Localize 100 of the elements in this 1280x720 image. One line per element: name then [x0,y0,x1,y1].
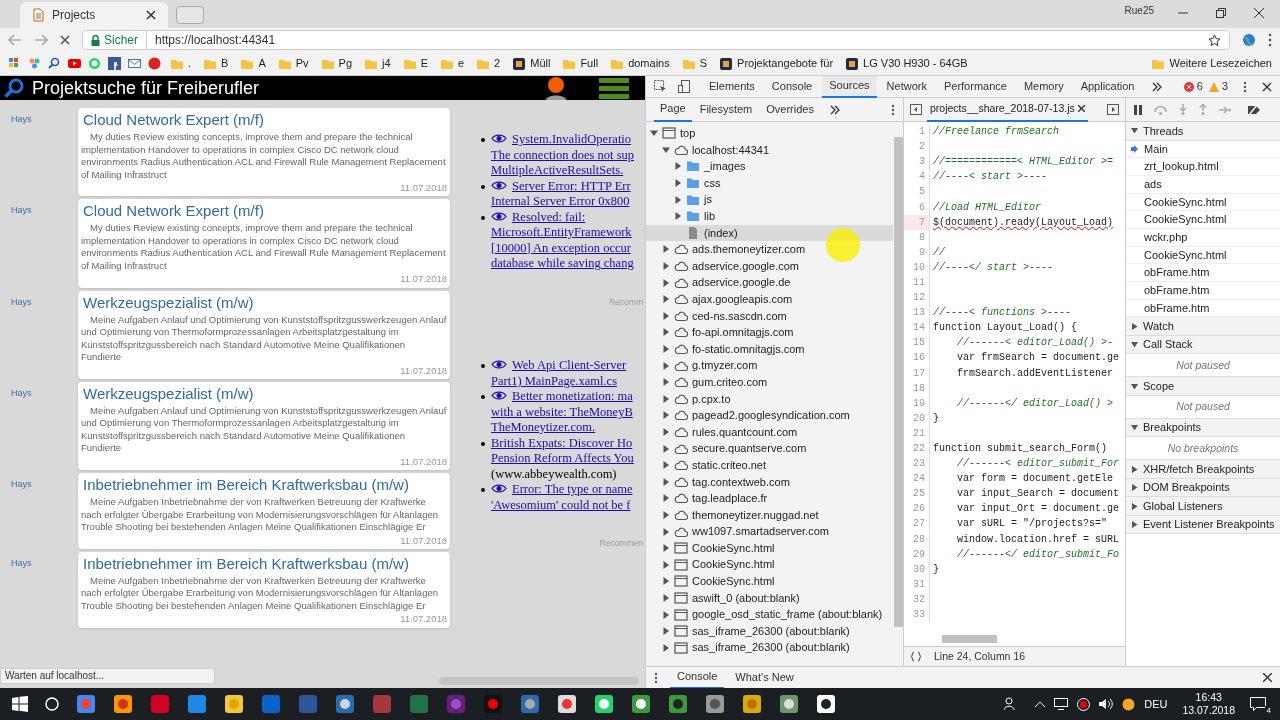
tree-item[interactable]: pagead2.googlesyndication.com [646,407,893,424]
project-card[interactable] [78,199,450,288]
bookmark[interactable]: Projektangebote für [717,55,837,72]
thread-item[interactable]: wckr.php [1126,228,1280,247]
stop-icon[interactable] [60,35,70,45]
section-header[interactable]: Threads [1126,122,1280,141]
source-label[interactable]: Hays [0,473,78,492]
tree-item[interactable]: ced-ns.sascdn.com [646,307,893,325]
ad-link[interactable]: British Expats: Discover Ho Pension Reform Affects You [491,435,634,467]
bookmark[interactable]: A [238,55,269,72]
profile-name[interactable]: Rue25 [1124,3,1154,18]
close-icon[interactable] [1263,673,1272,682]
bookmark[interactable]: Müll [510,55,554,72]
network-icon[interactable] [1054,698,1069,710]
section-header[interactable]: Scope [1126,377,1280,396]
ad-link[interactable]: Web Api Client-Server Part1) MainPage.xaml.cs [491,358,627,390]
ad-link[interactable]: Better monetization: ma with a website: TheMoneyB TheMoneytizer.com. [491,389,633,436]
smiley-icon[interactable] [1122,697,1136,711]
thread-item[interactable]: obFrame.htm [1126,282,1280,300]
circle-icon[interactable] [148,57,161,70]
tree-item[interactable]: fo-static.omnitagjs.com [646,340,893,358]
tree-item[interactable]: lib [646,207,893,225]
thread-item[interactable]: CookieSync.html [1126,211,1280,229]
star-icon[interactable] [1208,33,1221,47]
project-title[interactable]: Cloud Network Expert (m/f) [81,201,447,221]
devtools-tab[interactable]: Application [1073,75,1142,98]
project-card[interactable] [78,108,450,197]
project-title[interactable]: Werkzeugspezialist (m/w) [81,292,447,312]
menu-icon[interactable] [654,671,658,684]
windows-icon[interactable] [12,696,28,712]
volume-icon[interactable] [1099,698,1114,710]
search-icon[interactable] [45,697,59,711]
navigator-tab[interactable]: Overrides [760,97,820,122]
apps-icon[interactable] [8,57,21,70]
chevron-up-icon[interactable] [1035,701,1046,707]
devtools-tab[interactable]: Performance [936,75,1014,98]
tree-item[interactable]: CookieSync.html [646,539,893,557]
language-indicator[interactable]: DEU [1144,695,1168,713]
user-icon[interactable] [545,76,567,100]
bookmark[interactable]: e [437,55,468,72]
tree-item[interactable]: adservice.google.com [646,257,893,275]
tree-item[interactable]: p.cpx.to [646,390,893,408]
tree-item[interactable]: secure.quantserve.com [646,440,893,457]
tree-item[interactable]: g.tmyzer.com [646,357,893,374]
project-title[interactable]: Cloud Network Expert (m/f) [81,110,447,129]
play-icon[interactable] [68,57,81,70]
section-header[interactable]: XHR/fetch Breakpoints [1126,460,1280,479]
tree-item[interactable]: sas_iframe_26300 (about:blank) [646,639,893,656]
pause-icon[interactable] [1134,104,1142,115]
menu-icon[interactable] [891,103,895,116]
source-label[interactable]: Hays [0,381,78,401]
project-title[interactable]: Inbetriebnehmer im Bereich Kraftwerksbau (m/w) [81,553,447,573]
tree-item[interactable]: css [646,174,893,192]
thread-item[interactable]: zrt_lookup.html [1126,158,1280,176]
project-card[interactable] [78,290,450,379]
ad-link[interactable]: System.InvalidOperatio The connection does not sup MultipleActiveResultSets. [491,132,635,179]
bookmark[interactable]: Pg [318,55,356,72]
tree-item[interactable]: sas_iframe_26300 (about:blank) [646,622,893,640]
browser-tab[interactable]: Projects [20,2,168,28]
devtools-tab[interactable]: Elements [702,75,762,98]
menu-icon[interactable] [1243,80,1247,93]
ad-link[interactable]: Server Error: HTTP Err Internal Server Error 0x800 [491,178,631,210]
maximize-icon[interactable] [1216,8,1226,18]
clock[interactable]: 16:43 13.07.2018 [1182,691,1235,717]
tree-item[interactable]: ajax.googleapis.com [646,290,893,308]
globe-icon[interactable] [1242,33,1256,47]
project-card[interactable] [78,551,450,628]
bookmark[interactable]: S [679,55,711,72]
tree-item[interactable]: top [646,125,893,142]
source-label[interactable]: Hays [0,108,78,127]
tree-item[interactable]: gum.criteo.com [646,373,893,391]
source-label[interactable]: Hays [0,551,78,571]
tree-item[interactable]: static.criteo.net [646,456,893,474]
tree-item[interactable]: google_osd_static_frame (about:blank) [646,606,893,623]
address-bar[interactable]: Sicher https://localhost:44341 [82,30,1230,50]
source-label[interactable]: Hays [0,199,78,218]
tree-item[interactable]: adservice.google.de [646,274,893,291]
inspect-icon[interactable] [654,80,667,93]
tree-item[interactable]: CookieSync.html [646,556,893,574]
drawer-tab[interactable]: What's New [728,666,801,689]
project-card[interactable] [78,473,450,549]
project-card[interactable] [78,381,450,470]
scrollbar-thumb[interactable] [942,635,997,643]
devtools-tab[interactable]: Sources [822,75,877,98]
tree-item[interactable]: rules.quantcount.com [646,423,893,441]
menu-icon[interactable] [1268,33,1272,47]
deactivate-breakpoints-icon[interactable] [1247,104,1261,115]
thread-item[interactable]: ads [1126,175,1280,194]
tree-item[interactable]: themoneytizer.nuggad.net [646,506,893,524]
navigator-tab[interactable]: Filesystem [693,97,759,122]
device-icon[interactable] [678,80,691,93]
tree-item[interactable]: aswift_0 (about:blank) [646,589,893,607]
tree-item[interactable]: tag.contextweb.com [646,473,893,491]
scrollbar-thumb[interactable] [893,137,903,627]
close-icon[interactable] [146,10,156,20]
f-logo-icon[interactable] [108,57,121,70]
menu-icon[interactable] [599,77,629,99]
more-tabs-icon[interactable] [1152,81,1163,92]
bookmark[interactable]: Pv [275,55,312,72]
tree-item[interactable]: (index) [646,224,893,242]
